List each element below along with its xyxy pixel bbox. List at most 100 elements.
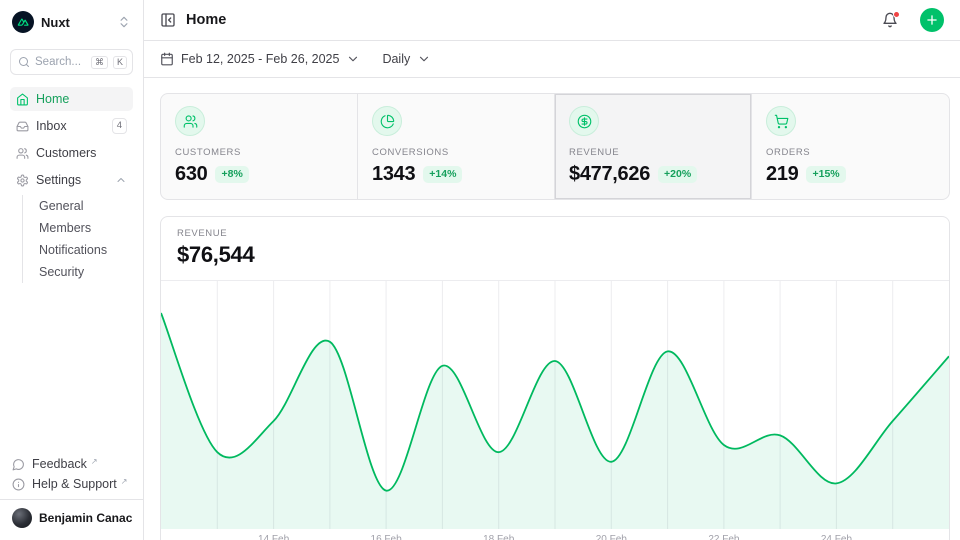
stat-card-orders[interactable]: ORDERS 219 +15% (752, 94, 949, 199)
stat-delta-badge: +14% (423, 166, 462, 183)
avatar (12, 508, 32, 528)
sidebar-nav: Home Inbox 4 Customers Settings General … (10, 87, 133, 283)
stat-value: 630 (175, 163, 207, 186)
chevron-down-icon (417, 52, 431, 66)
granularity-select[interactable]: Daily (382, 52, 431, 66)
x-tick-label: 22 Feb (708, 534, 739, 540)
calendar-icon (160, 52, 174, 66)
subitem-label: Members (39, 221, 91, 235)
cart-icon (766, 106, 796, 136)
sidebar-footer: Feedback ↗ Help & Support ↗ (10, 457, 133, 499)
footer-link-label: Feedback (32, 457, 87, 471)
inbox-icon (16, 120, 29, 133)
sidebar-subitem-security[interactable]: Security (23, 261, 133, 283)
stat-label: ORDERS (766, 147, 935, 158)
search-icon (18, 56, 30, 68)
sidebar-item-customers[interactable]: Customers (10, 141, 133, 165)
users-icon (175, 106, 205, 136)
sidebar-item-label: Home (36, 92, 127, 106)
subitem-label: Security (39, 265, 84, 279)
message-bubble-icon (12, 458, 25, 471)
sidebar-collapse-button[interactable] (160, 12, 176, 28)
sidebar-spacer (10, 283, 133, 457)
stat-delta-badge: +15% (806, 166, 845, 183)
info-circle-icon (12, 478, 25, 491)
x-tick-label: 18 Feb (483, 534, 514, 540)
notifications-button[interactable] (882, 12, 898, 28)
gear-icon (16, 174, 29, 187)
sidebar-subitem-members[interactable]: Members (23, 217, 133, 239)
inbox-count-badge: 4 (112, 118, 127, 133)
sidebar-item-label: Settings (36, 173, 108, 187)
stat-value: $477,626 (569, 163, 650, 186)
home-icon (16, 93, 29, 106)
area-chart[interactable] (161, 281, 949, 531)
date-range-value: Feb 12, 2025 - Feb 26, 2025 (181, 52, 339, 66)
kbd-k: K (113, 56, 127, 69)
stat-value: 1343 (372, 163, 415, 186)
footer-link-label: Help & Support (32, 477, 117, 491)
chart-metric-label: REVENUE (177, 228, 933, 239)
nuxt-logo-icon (12, 11, 34, 33)
stat-delta-badge: +8% (215, 166, 248, 183)
external-link-icon: ↗ (91, 457, 98, 466)
sidebar-item-settings[interactable]: Settings (10, 168, 133, 192)
granularity-value: Daily (382, 52, 410, 66)
chevron-down-icon (346, 52, 360, 66)
chevron-up-icon (115, 174, 127, 186)
settings-subtree: General Members Notifications Security (22, 195, 133, 283)
sidebar-item-label: Customers (36, 146, 127, 160)
subitem-label: General (39, 199, 83, 213)
sidebar-subitem-general[interactable]: General (23, 195, 133, 217)
search-input[interactable]: Search... ⌘ K (10, 49, 133, 75)
page-title: Home (186, 12, 872, 28)
pie-chart-icon (372, 106, 402, 136)
x-tick-label: 24 Feb (821, 534, 852, 540)
area-chart-svg (161, 281, 949, 531)
user-menu[interactable]: Benjamin Canac (0, 499, 143, 532)
stat-label: CUSTOMERS (175, 147, 343, 158)
dollar-circle-icon (569, 106, 599, 136)
chevrons-up-down-icon (117, 15, 131, 29)
stats-panel: CUSTOMERS 630 +8% CONVERSIONS 1343 +14% (160, 93, 950, 200)
chart-metric-value: $76,544 (177, 242, 933, 268)
dashboard-app: Nuxt Search... ⌘ K Home Inbox 4 Customer… (0, 0, 960, 540)
add-button[interactable] (920, 8, 944, 32)
search-placeholder: Search... (35, 56, 86, 68)
top-header: Home (144, 0, 960, 41)
revenue-chart-panel: REVENUE $76,544 14 Feb 16 Feb 18 Feb 20 Feb… (160, 216, 950, 540)
x-tick-label: 14 Feb (258, 534, 289, 540)
kbd-cmd: ⌘ (91, 56, 108, 69)
main-area: Home Feb 12, 2025 - Feb 26, 2025 Daily (144, 0, 960, 540)
subitem-label: Notifications (39, 243, 107, 257)
stat-delta-badge: +20% (658, 166, 697, 183)
help-support-link[interactable]: Help & Support ↗ (10, 477, 133, 491)
stat-label: CONVERSIONS (372, 147, 540, 158)
chart-header: REVENUE $76,544 (161, 217, 949, 281)
sidebar-subitem-notifications[interactable]: Notifications (23, 239, 133, 261)
panel-left-close-icon (160, 12, 176, 28)
chart-x-axis: 14 Feb 16 Feb 18 Feb 20 Feb 22 Feb 24 Feb (161, 531, 949, 540)
stat-label: REVENUE (569, 147, 737, 158)
user-name: Benjamin Canac (39, 511, 132, 525)
stat-value: 219 (766, 163, 798, 186)
users-icon (16, 147, 29, 160)
sidebar-item-inbox[interactable]: Inbox 4 (10, 114, 133, 138)
sidebar: Nuxt Search... ⌘ K Home Inbox 4 Customer… (0, 0, 144, 540)
sidebar-item-home[interactable]: Home (10, 87, 133, 111)
workspace-switcher[interactable]: Nuxt (10, 9, 133, 35)
plus-icon (925, 13, 939, 27)
stat-card-revenue[interactable]: REVENUE $477,626 +20% (555, 94, 752, 199)
x-tick-label: 20 Feb (596, 534, 627, 540)
unread-dot (893, 11, 900, 18)
external-link-icon: ↗ (121, 477, 128, 486)
stat-card-conversions[interactable]: CONVERSIONS 1343 +14% (358, 94, 555, 199)
page-content: CUSTOMERS 630 +8% CONVERSIONS 1343 +14% (144, 78, 960, 540)
sidebar-item-label: Inbox (36, 119, 105, 133)
feedback-link[interactable]: Feedback ↗ (10, 457, 133, 471)
date-range-picker[interactable]: Feb 12, 2025 - Feb 26, 2025 (160, 52, 360, 66)
stat-card-customers[interactable]: CUSTOMERS 630 +8% (161, 94, 358, 199)
workspace-name: Nuxt (41, 15, 110, 30)
x-tick-label: 16 Feb (371, 534, 402, 540)
filters-toolbar: Feb 12, 2025 - Feb 26, 2025 Daily (144, 41, 960, 78)
